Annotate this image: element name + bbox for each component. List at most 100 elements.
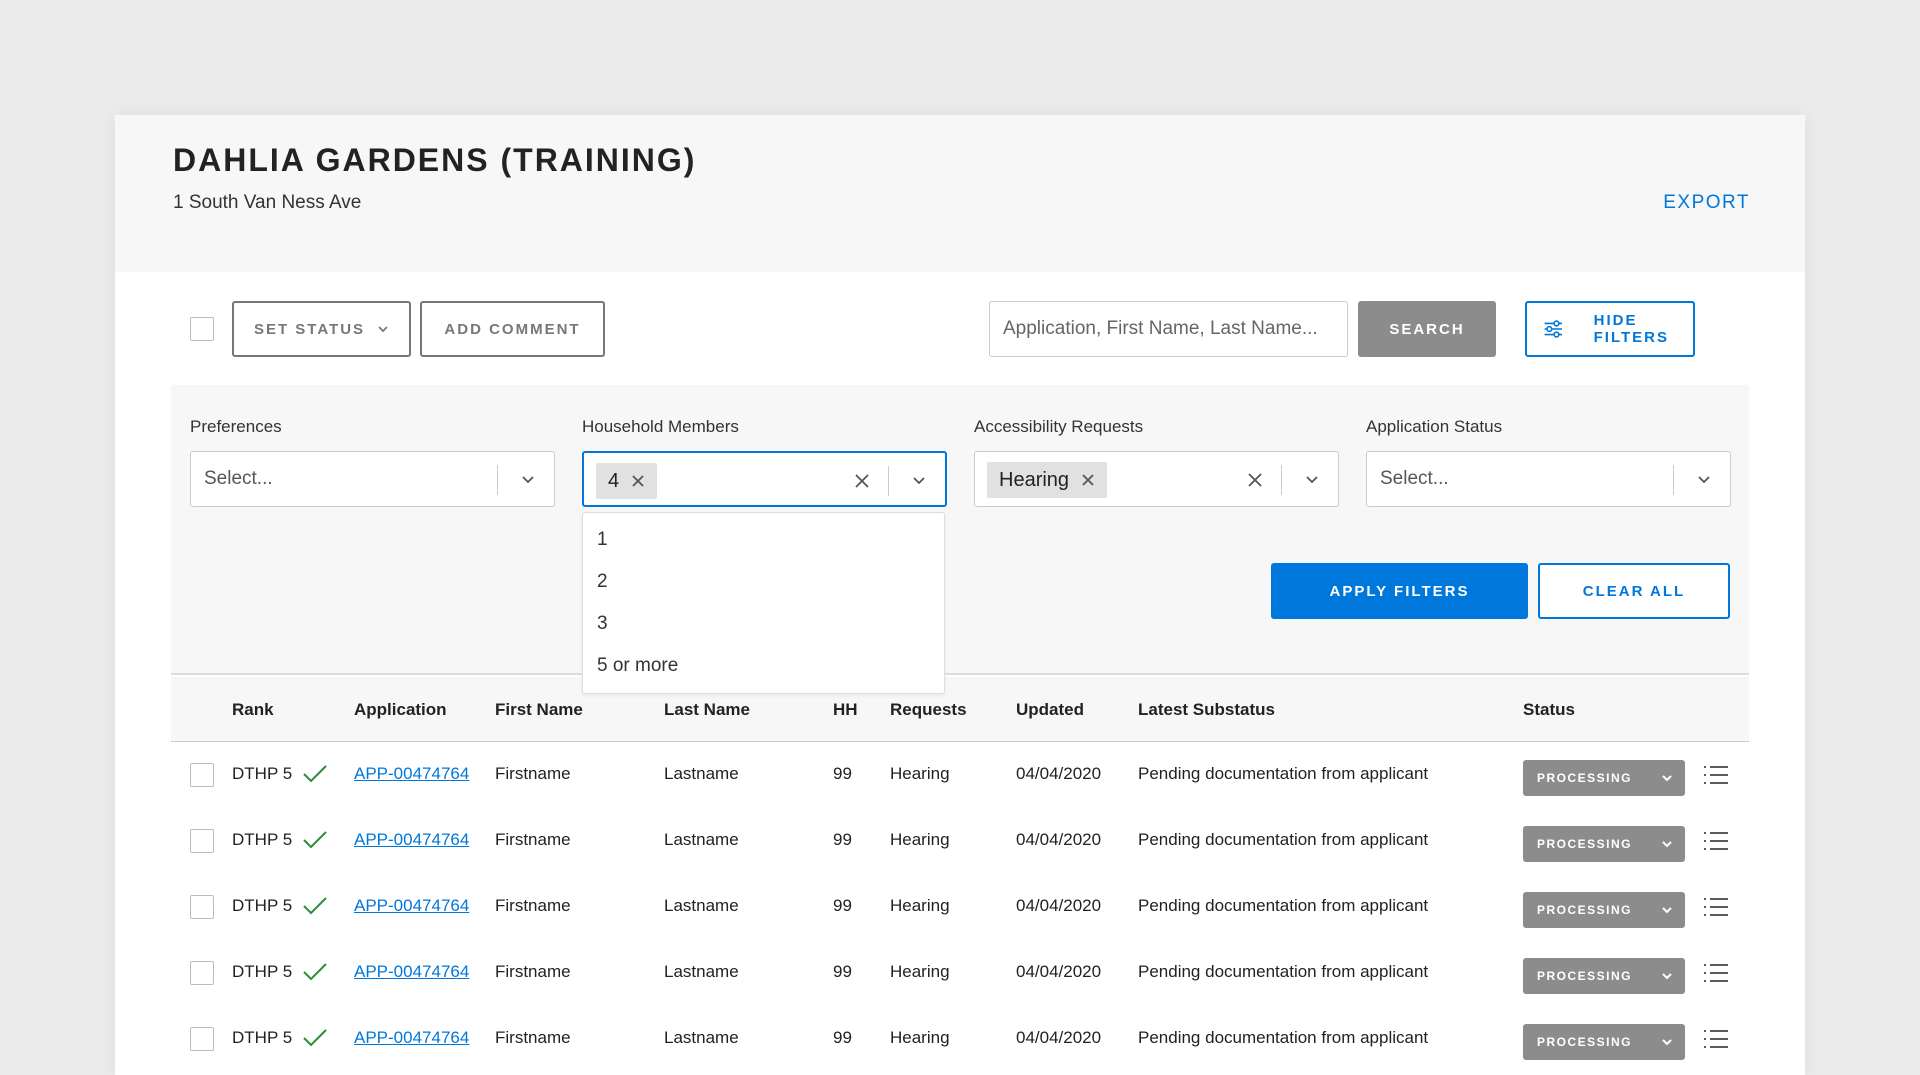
clear-icon[interactable] xyxy=(853,472,871,490)
row-checkbox[interactable] xyxy=(190,829,214,853)
select-separator xyxy=(496,465,498,495)
status-label: PROCESSING xyxy=(1537,969,1633,983)
first-name-cell: Firstname xyxy=(495,962,571,981)
table-row: DTHP 5 APP-00474764 Firstname Lastname 9… xyxy=(171,808,1749,874)
clear-all-button[interactable]: CLEAR ALL xyxy=(1538,563,1730,619)
household-members-label: Household Members xyxy=(582,417,739,436)
application-status-select[interactable]: Select... xyxy=(1366,451,1731,507)
status-dropdown[interactable]: PROCESSING xyxy=(1523,826,1685,862)
application-link[interactable]: APP-00474764 xyxy=(354,896,469,916)
dropdown-option[interactable]: 1 xyxy=(597,529,608,551)
accessibility-requests-select[interactable]: Hearing xyxy=(974,451,1339,507)
status-dropdown[interactable]: PROCESSING xyxy=(1523,1024,1685,1060)
close-icon[interactable] xyxy=(631,474,645,488)
add-comment-button[interactable]: ADD COMMENT xyxy=(420,301,605,357)
application-status-label: Application Status xyxy=(1366,417,1503,436)
search-button[interactable]: SEARCH xyxy=(1358,301,1496,357)
application-link[interactable]: APP-00474764 xyxy=(354,962,469,982)
set-status-label: SET STATUS xyxy=(253,320,366,338)
search-placeholder: Application, First Name, Last Name... xyxy=(1003,318,1318,339)
list-menu-icon[interactable] xyxy=(1703,763,1729,787)
select-all-checkbox[interactable] xyxy=(190,317,214,341)
preferences-placeholder: Select... xyxy=(204,468,273,489)
apply-filters-label: APPLY FILTERS xyxy=(1329,582,1470,600)
col-hh[interactable]: HH xyxy=(833,700,858,720)
accessibility-requests-label: Accessibility Requests xyxy=(974,417,1144,436)
set-status-button[interactable]: SET STATUS xyxy=(232,301,411,357)
status-label: PROCESSING xyxy=(1537,903,1633,917)
substatus-cell: Pending documentation from applicant xyxy=(1138,1028,1429,1047)
search-label: SEARCH xyxy=(1389,320,1465,338)
row-checkbox[interactable] xyxy=(190,763,214,787)
page-title: DAHLIA GARDENS (TRAINING) xyxy=(173,142,697,178)
substatus-cell: Pending documentation from applicant xyxy=(1138,962,1429,981)
filter-sliders-icon xyxy=(1544,320,1563,338)
dropdown-option[interactable]: 3 xyxy=(597,613,608,635)
search-input[interactable]: Application, First Name, Last Name... xyxy=(989,301,1348,357)
status-dropdown[interactable]: PROCESSING xyxy=(1523,958,1685,994)
col-rank[interactable]: Rank xyxy=(232,700,274,720)
requests-cell: Hearing xyxy=(890,764,950,783)
chevron-down-icon xyxy=(1662,841,1672,848)
list-menu-icon[interactable] xyxy=(1703,961,1729,985)
list-menu-icon[interactable] xyxy=(1703,1027,1729,1051)
hide-filters-button[interactable]: HIDE FILTERS xyxy=(1525,301,1695,357)
household-members-select[interactable]: 4 xyxy=(582,451,947,507)
application-link[interactable]: APP-00474764 xyxy=(354,830,469,850)
dropdown-option[interactable]: 2 xyxy=(597,571,608,593)
status-label: PROCESSING xyxy=(1537,771,1633,785)
chevron-down-icon xyxy=(1662,907,1672,914)
checkmark-icon xyxy=(303,831,327,849)
export-link[interactable]: EXPORT xyxy=(1663,192,1750,214)
filter-panel xyxy=(171,385,1749,675)
application-link[interactable]: APP-00474764 xyxy=(354,764,469,784)
chevron-down-icon[interactable] xyxy=(1696,472,1712,488)
preferences-label: Preferences xyxy=(190,417,282,436)
accessibility-chip-label: Hearing xyxy=(999,468,1070,491)
last-name-cell: Lastname xyxy=(664,1028,739,1047)
chevron-down-icon[interactable] xyxy=(1304,472,1320,488)
apply-filters-button[interactable]: APPLY FILTERS xyxy=(1271,563,1528,619)
col-updated[interactable]: Updated xyxy=(1016,700,1084,720)
row-checkbox[interactable] xyxy=(190,961,214,985)
status-dropdown[interactable]: PROCESSING xyxy=(1523,760,1685,796)
status-label: PROCESSING xyxy=(1537,1035,1633,1049)
accessibility-chip: Hearing xyxy=(987,462,1108,498)
application-link[interactable]: APP-00474764 xyxy=(354,1028,469,1048)
rank-cell: DTHP 5 xyxy=(232,1028,293,1047)
hh-cell: 99 xyxy=(833,896,852,915)
substatus-cell: Pending documentation from applicant xyxy=(1138,896,1429,915)
rank-cell: DTHP 5 xyxy=(232,962,293,981)
first-name-cell: Firstname xyxy=(495,1028,571,1047)
close-icon[interactable] xyxy=(1081,473,1095,487)
col-application[interactable]: Application xyxy=(354,700,447,720)
list-menu-icon[interactable] xyxy=(1703,829,1729,853)
first-name-cell: Firstname xyxy=(495,830,571,849)
col-status[interactable]: Status xyxy=(1523,700,1575,720)
list-menu-icon[interactable] xyxy=(1703,895,1729,919)
requests-cell: Hearing xyxy=(890,830,950,849)
checkmark-icon xyxy=(303,1029,327,1047)
dropdown-option[interactable]: 5 or more xyxy=(597,655,678,677)
col-latest-substatus[interactable]: Latest Substatus xyxy=(1138,700,1275,720)
row-checkbox[interactable] xyxy=(190,895,214,919)
col-last-name[interactable]: Last Name xyxy=(664,700,750,720)
clear-icon[interactable] xyxy=(1246,471,1264,489)
row-checkbox[interactable] xyxy=(190,1027,214,1051)
chevron-down-icon[interactable] xyxy=(520,472,536,488)
select-separator xyxy=(1280,465,1282,495)
preferences-select[interactable]: Select... xyxy=(190,451,555,507)
status-label: PROCESSING xyxy=(1537,837,1633,851)
table-row: DTHP 5 APP-00474764 Firstname Lastname 9… xyxy=(171,1006,1749,1072)
table-row: DTHP 5 APP-00474764 Firstname Lastname 9… xyxy=(171,874,1749,940)
table-row: DTHP 5 APP-00474764 Firstname Lastname 9… xyxy=(171,742,1749,808)
chevron-down-icon xyxy=(1662,973,1672,980)
col-first-name[interactable]: First Name xyxy=(495,700,583,720)
first-name-cell: Firstname xyxy=(495,764,571,783)
col-requests[interactable]: Requests xyxy=(890,700,967,720)
table-header: Rank Application First Name Last Name HH… xyxy=(171,677,1749,742)
chevron-down-icon[interactable] xyxy=(911,473,927,489)
checkmark-icon xyxy=(303,765,327,783)
status-dropdown[interactable]: PROCESSING xyxy=(1523,892,1685,928)
updated-cell: 04/04/2020 xyxy=(1016,1028,1102,1047)
